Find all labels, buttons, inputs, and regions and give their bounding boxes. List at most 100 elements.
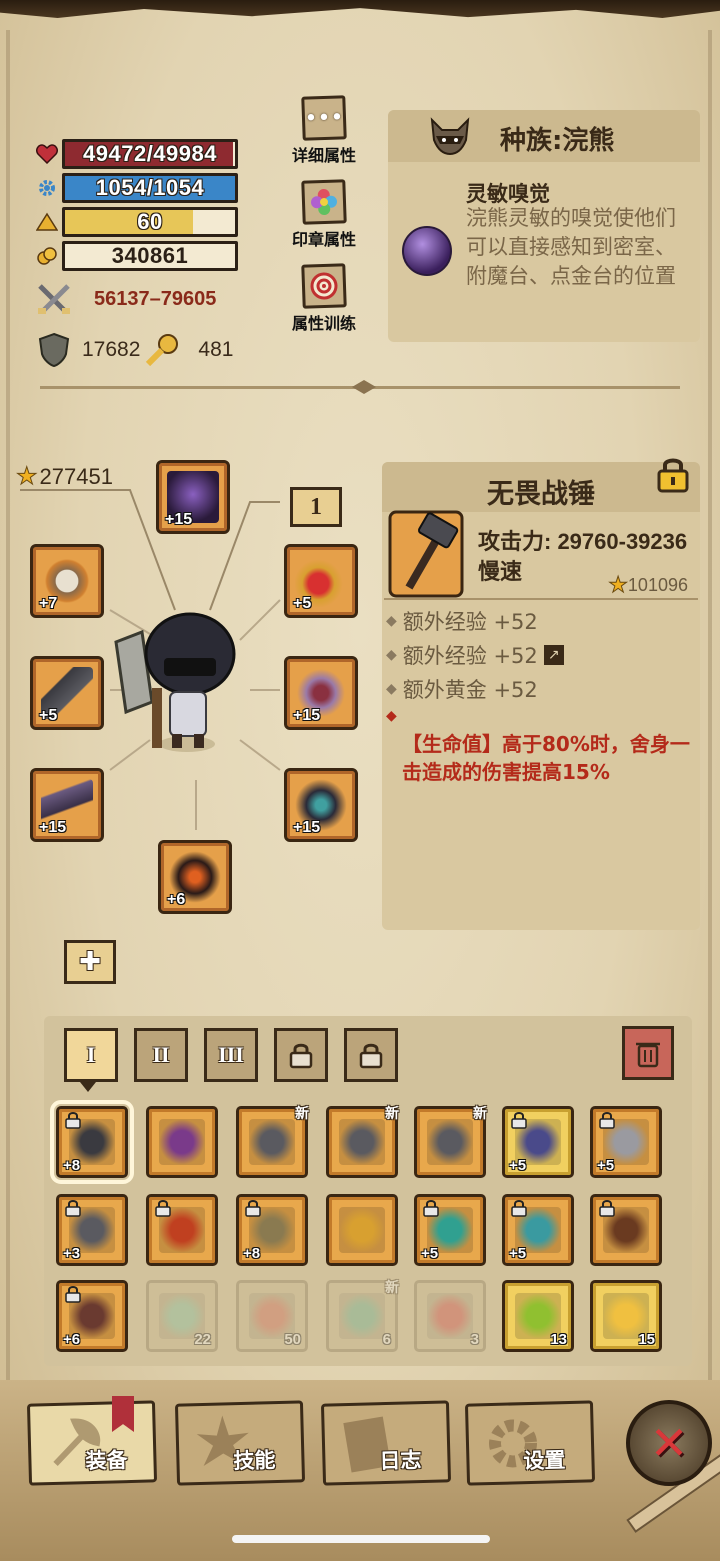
inventory-slot[interactable]: +5 [414, 1194, 486, 1266]
shoulders-slot[interactable]: +15 [284, 656, 358, 730]
nav-equipment[interactable]: 装备 [26, 1400, 158, 1486]
affix-text: 额外经验 +52 [402, 610, 538, 634]
inventory-slot[interactable]: 新 [236, 1106, 309, 1178]
inventory-slot[interactable]: +8 [236, 1194, 308, 1266]
tab-page-1[interactable]: I [64, 1028, 118, 1082]
item-icon [427, 1119, 473, 1165]
helmet-slot[interactable]: +15 [156, 460, 230, 534]
diamond-bullet-icon: ◆ [386, 613, 397, 629]
item-name: 无畏战锤 [487, 479, 595, 510]
item-level: +5 [509, 1245, 527, 1262]
gloves-slot[interactable]: +5 [30, 656, 104, 730]
lock-icon [423, 1200, 439, 1217]
weapon-slot[interactable]: +15 [30, 768, 104, 842]
trash-button[interactable] [622, 1026, 674, 1080]
weapon-level: +15 [39, 819, 67, 836]
item-attack: 攻击力: 29760-39236 [478, 529, 688, 554]
inventory-slot[interactable] [146, 1106, 218, 1178]
diamond-bullet-icon: ◆ [386, 708, 397, 724]
nav-journal-label: 日志 [379, 1448, 422, 1474]
inventory-slot[interactable]: 15 [590, 1280, 662, 1352]
inventory-slot[interactable]: +5 [590, 1106, 662, 1178]
lock-icon [65, 1200, 81, 1217]
gloves-level: +5 [39, 707, 58, 724]
item-level: +8 [243, 1245, 261, 1262]
item-divider [384, 598, 698, 600]
item-level: +3 [63, 1245, 81, 1262]
loadout-badge[interactable]: 1 [290, 487, 342, 527]
tab-page-2[interactable]: II [134, 1028, 188, 1082]
special-affix-text: 【生命值】高于80%时，舍身一击造成的伤害提高15% [402, 732, 690, 784]
nav-settings[interactable]: 设置 [464, 1400, 596, 1486]
inventory-slot[interactable] [146, 1194, 218, 1266]
amulet-level: +5 [293, 595, 312, 612]
armor-level: +15 [293, 819, 321, 836]
item-count: 50 [284, 1331, 301, 1348]
amulet-slot[interactable]: +5 [284, 544, 358, 618]
nav-journal[interactable]: 日志 [320, 1400, 452, 1486]
shoulders-level: +15 [293, 707, 321, 724]
item-level: +5 [597, 1157, 615, 1174]
affix-item: ◆ 额外黄金 +52 [386, 674, 538, 704]
inventory-slot[interactable]: 新 [414, 1106, 487, 1178]
inventory-slot[interactable]: +3 [56, 1194, 128, 1266]
affix-item: ◆ 额外经验 +52 [386, 606, 538, 636]
inventory-slot[interactable]: 22 [146, 1280, 218, 1352]
ring-slot[interactable]: +7 [30, 544, 104, 618]
inventory-slot[interactable]: 13 [502, 1280, 574, 1352]
inventory-slot[interactable]: 50 [236, 1280, 308, 1352]
lock-icon [289, 1043, 313, 1069]
add-equipment-button[interactable]: ✚ [64, 940, 116, 984]
item-count: 22 [194, 1331, 211, 1348]
inventory-slot[interactable]: 6新 [326, 1280, 399, 1352]
tab-locked-5[interactable] [344, 1028, 398, 1082]
inventory-slot[interactable]: 3 [414, 1280, 486, 1352]
helmet-level: +15 [165, 511, 193, 528]
tab-label: III [218, 1042, 244, 1067]
item-speed: 慢速 [478, 560, 523, 585]
upgrade-arrow-icon: ↗ [543, 645, 564, 665]
diamond-bullet-icon: ◆ [386, 681, 397, 697]
boots-slot[interactable]: +6 [158, 840, 232, 914]
nav-skills-label: 技能 [233, 1448, 276, 1474]
trash-icon [636, 1042, 660, 1068]
nav-settings-label: 设置 [523, 1448, 566, 1474]
item-icon [427, 1293, 473, 1339]
item-count: 3 [470, 1331, 479, 1348]
item-icon [339, 1293, 385, 1339]
item-icon [159, 1119, 205, 1165]
tab-label: II [152, 1042, 170, 1067]
new-badge: 新 [295, 1106, 309, 1122]
inventory-slot[interactable]: +5 [502, 1106, 574, 1178]
lock-icon [359, 1043, 383, 1069]
inventory-slot[interactable]: +5 [502, 1194, 574, 1266]
new-badge: 新 [385, 1106, 399, 1122]
item-level: +5 [421, 1245, 439, 1262]
item-score-value: 101096 [627, 574, 688, 595]
inventory-slot[interactable]: +8 [50, 1100, 134, 1184]
item-count: 6 [382, 1331, 391, 1348]
item-icon [339, 1119, 385, 1165]
nav-skills[interactable]: 技能 [174, 1400, 306, 1486]
close-button[interactable]: ✕ [626, 1400, 712, 1486]
tab-page-3[interactable]: III [204, 1028, 258, 1082]
lock-icon[interactable] [656, 454, 690, 494]
armor-slot[interactable]: +15 [284, 768, 358, 842]
item-count: 15 [638, 1331, 655, 1348]
inventory-slot[interactable]: +6 [56, 1280, 128, 1352]
inventory-slot[interactable] [590, 1194, 662, 1266]
lock-icon [65, 1112, 81, 1129]
plus-icon: ✚ [79, 947, 101, 977]
nav-equipment-label: 装备 [85, 1448, 128, 1474]
affix-text: 额外黄金 +52 [402, 678, 538, 702]
inventory-slot[interactable]: 新 [326, 1106, 399, 1178]
boots-level: +6 [167, 891, 186, 908]
inventory-slot[interactable] [326, 1194, 398, 1266]
star-icon: ★ [608, 572, 629, 598]
affix-item: ◆ 额外经验 +52 ↗ [386, 640, 564, 670]
home-indicator[interactable] [232, 1535, 490, 1543]
item-level: +5 [509, 1157, 527, 1174]
diamond-bullet-icon: ◆ [386, 647, 397, 663]
tab-locked-4[interactable] [274, 1028, 328, 1082]
item-detail-panel: 无畏战锤 攻击力: 29760-39236 慢速 ★ 101096 ◆ 额外经验… [382, 458, 700, 930]
